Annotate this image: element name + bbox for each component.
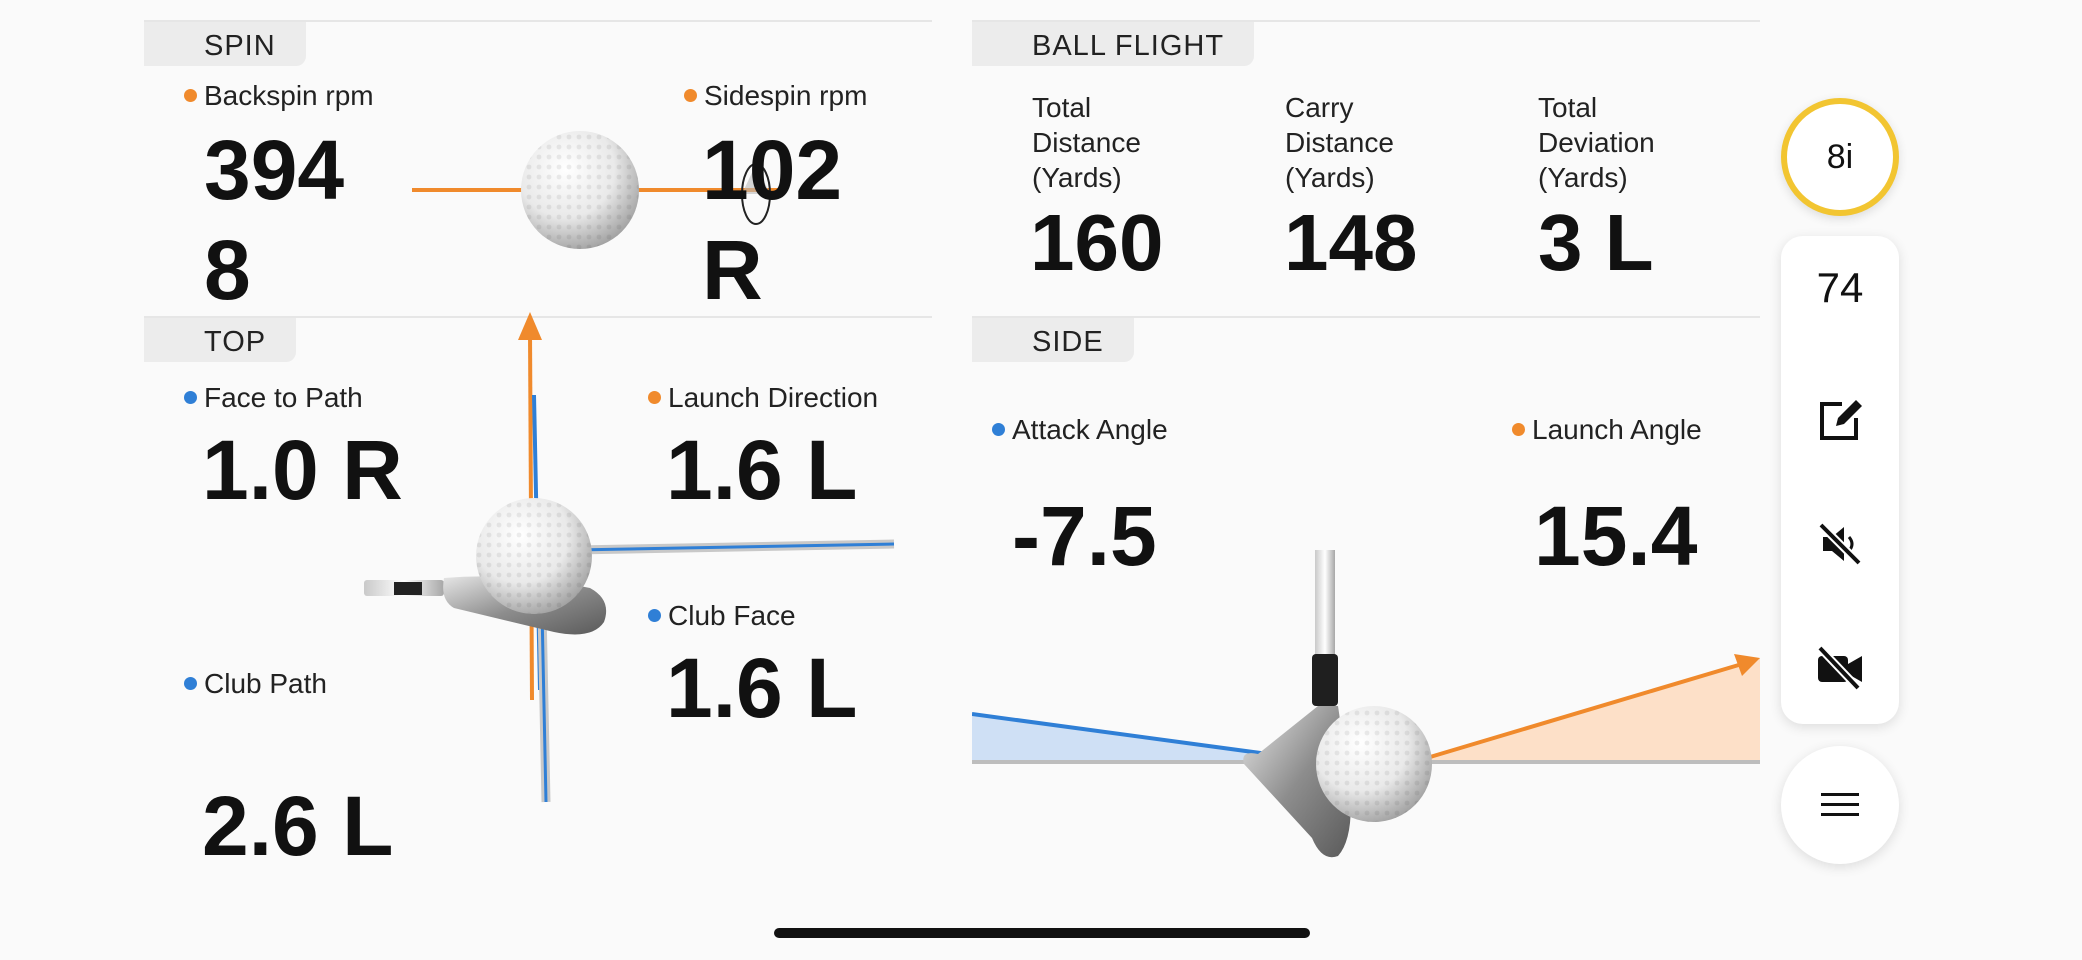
face-to-path-value: 1.0 R [202, 423, 403, 517]
shot-count: 74 [1816, 264, 1864, 311]
video-off-icon [1817, 645, 1862, 691]
orange-dot-icon [684, 89, 697, 102]
blue-dot-icon [992, 423, 1005, 436]
attack-angle-label: Attack Angle [992, 414, 1168, 446]
backspin-value-line2: 8 [204, 223, 251, 317]
club-face-label: Club Face [648, 600, 796, 632]
arrow-head-icon [518, 312, 542, 340]
edit-note-icon [1820, 400, 1862, 440]
launch-angle-label: Launch Angle [1512, 414, 1702, 446]
launch-direction-label: Launch Direction [648, 382, 878, 414]
home-indicator[interactable] [774, 928, 1310, 938]
spin-panel: SPIN Backspin rpm 394 8 Sidespin rpm 102… [144, 20, 932, 317]
total-distance-label: Total Distance (Yards) [1032, 92, 1141, 193]
sidespin-label: Sidespin rpm [684, 80, 867, 112]
total-distance-value: 160 [1030, 198, 1164, 287]
side-panel: SIDE Attack Angle -7.5 Launch Angle 15.4 [972, 316, 1760, 876]
club-shaft [1315, 550, 1335, 668]
club-selector-button[interactable]: 8i [1781, 98, 1899, 216]
blue-dot-icon [184, 391, 197, 404]
ball-flight-tab: BALL FLIGHT [972, 22, 1255, 66]
attack-angle-value: -7.5 [1012, 489, 1157, 583]
ball-flight-panel: BALL FLIGHT Total Distance (Yards) 160 C… [972, 20, 1760, 316]
video-off-button[interactable] [1781, 628, 1899, 708]
side-toolbar: 74 [1781, 236, 1899, 724]
carry-distance-value: 148 [1284, 198, 1418, 287]
orange-dot-icon [648, 391, 661, 404]
mute-button[interactable] [1781, 504, 1899, 584]
shot-count-button[interactable]: 74 [1781, 248, 1899, 328]
total-deviation-label: Total Deviation (Yards) [1538, 92, 1655, 193]
launch-direction-value: 1.6 L [666, 423, 858, 517]
club-path-value: 2.6 L [202, 779, 394, 873]
top-tab: TOP [144, 318, 297, 362]
orange-dot-icon [184, 89, 197, 102]
sidespin-value-line1: 102 [702, 123, 843, 217]
top-panel: TOP Face to Path 1.0 R Launch Direction … [144, 312, 932, 876]
club-grip-ferrule [1312, 654, 1338, 706]
menu-icon [1821, 793, 1859, 816]
total-deviation-value: 3 L [1538, 198, 1654, 287]
face-to-path-label: Face to Path [184, 382, 363, 414]
backspin-label: Backspin rpm [184, 80, 374, 112]
side-view-illustration [972, 550, 1760, 858]
club-path-label: Club Path [184, 668, 327, 700]
blue-dot-icon [184, 677, 197, 690]
spin-tab: SPIN [144, 22, 306, 66]
edit-note-button[interactable] [1781, 380, 1899, 460]
sidespin-value-line2: R [702, 223, 763, 317]
blue-dot-icon [648, 609, 661, 622]
menu-button[interactable] [1781, 746, 1899, 864]
orange-dot-icon [1512, 423, 1525, 436]
club-face-value: 1.6 L [666, 641, 858, 735]
backspin-value-line1: 394 [204, 123, 345, 217]
club-label: 8i [1826, 137, 1854, 176]
launch-angle-value: 15.4 [1534, 489, 1698, 583]
mute-icon [1818, 522, 1862, 566]
carry-distance-label: Carry Distance (Yards) [1285, 92, 1394, 193]
